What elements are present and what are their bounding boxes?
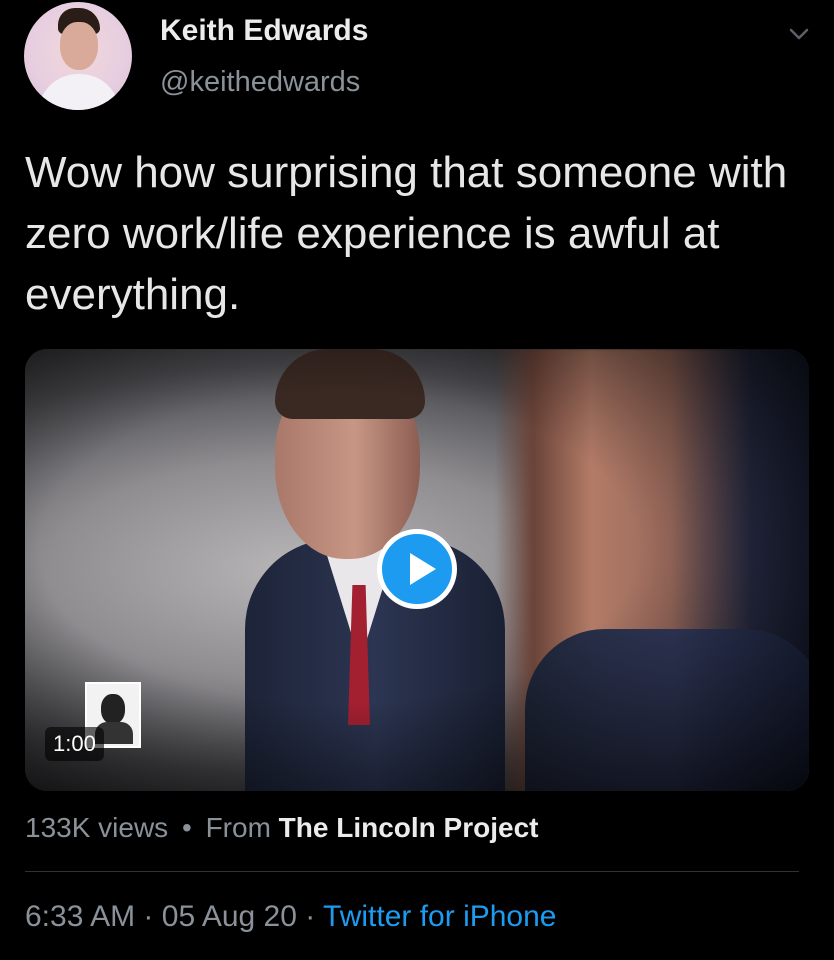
video-meta: 133K views • From The Lincoln Project xyxy=(25,812,538,844)
avatar-face xyxy=(60,22,98,70)
tweet-date: 05 Aug 20 xyxy=(161,900,297,933)
play-icon[interactable] xyxy=(377,529,457,609)
time-separator: · xyxy=(143,900,154,933)
client-link[interactable]: Twitter for iPhone xyxy=(323,900,556,933)
tweet-time: 6:33 AM xyxy=(25,900,136,933)
divider xyxy=(25,871,799,872)
tweet-timestamp: 6:33 AM · 05 Aug 20 · Twitter for iPhone xyxy=(25,900,556,934)
chevron-down-icon[interactable] xyxy=(788,24,810,44)
tweet-text: Wow how surprising that someone with zer… xyxy=(25,148,788,319)
video-duration: 1:00 xyxy=(45,727,104,761)
display-name[interactable]: Keith Edwards xyxy=(160,14,368,48)
avatar[interactable] xyxy=(24,2,132,110)
avatar-shirt xyxy=(38,74,120,110)
client-separator: · xyxy=(305,900,316,933)
view-count: 133K views xyxy=(25,812,169,843)
source-link[interactable]: The Lincoln Project xyxy=(279,812,539,843)
meta-separator: • xyxy=(181,812,192,843)
from-label: From xyxy=(205,812,271,843)
video-player[interactable]: 1:00 xyxy=(25,349,809,791)
user-handle[interactable]: @keithedwards xyxy=(160,66,360,99)
